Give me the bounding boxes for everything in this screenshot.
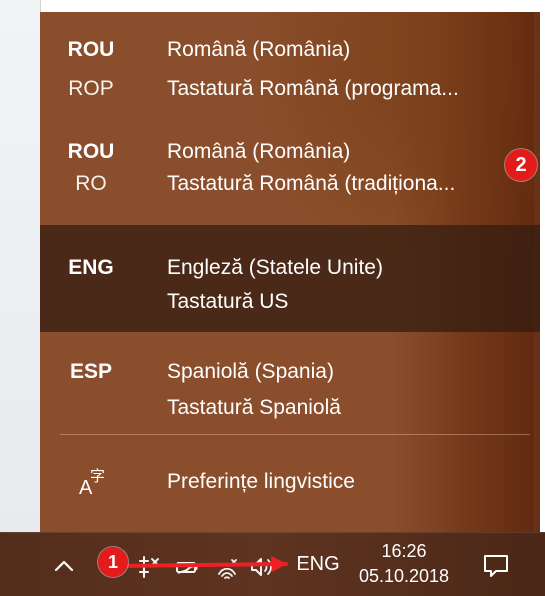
language-option-rou-rop[interactable]: ROU ROP Română (România) Tastatură Român… [40,12,540,108]
keyboard-code: ROP [68,77,114,100]
keyboard-layout-name: Tastatură Spaniolă [167,396,341,419]
wifi-icon[interactable] [214,554,240,580]
keyboard-code: RO [75,172,107,195]
language-preferences-label: Preferințe lingvistice [167,470,355,493]
language-option-eng-selected[interactable]: ENG Engleză (Statele Unite) Tastatură US [40,225,540,332]
volume-icon[interactable] [248,554,274,580]
svg-text:字: 字 [90,467,105,485]
language-name: Spaniolă (Spania) [167,360,334,383]
desktop-right-edge [540,0,545,532]
windows-taskbar: ENG 16:26 05.10.2018 [0,532,545,596]
desktop-window-edge [0,0,41,532]
system-clock[interactable]: 16:26 05.10.2018 [353,539,455,591]
network-icon[interactable] [136,554,162,580]
keyboard-layout-name: Tastatură Română (tradiționa... [167,172,456,195]
input-language-flyout: ROU ROP Română (România) Tastatură Român… [40,12,540,532]
action-center-icon[interactable] [481,552,511,580]
language-code: ESP [69,360,113,383]
keyboard-layout-name: Tastatură Română (programa... [167,77,459,100]
keyboard-layout-name: Tastatură US [167,290,289,313]
language-option-esp[interactable]: ESP Spaniolă (Spania) Tastatură Spaniolă [40,332,540,432]
battery-icon[interactable] [174,554,200,580]
menu-divider [60,434,530,435]
language-preferences-icon: A 字 [76,466,106,499]
language-switch-screenshot: ROU ROP Română (România) Tastatură Român… [0,0,545,596]
language-code: ROU [67,38,115,61]
clock-date: 05.10.2018 [358,566,450,586]
clock-time: 16:26 [381,541,427,561]
language-preferences-link[interactable]: A 字 Preferințe lingvistice [40,450,540,518]
step-1-badge: 1 [98,547,128,577]
language-name: Română (România) [167,140,351,163]
language-code: ENG [68,256,114,279]
step-2-badge: 2 [505,149,537,181]
input-language-indicator[interactable]: ENG [294,550,342,578]
language-name: Engleză (Statele Unite) [167,256,383,279]
chevron-up-icon[interactable] [52,554,76,578]
language-name: Română (România) [167,38,351,61]
language-code: ROU [67,140,115,163]
language-option-rou-ro[interactable]: ROU RO Română (România) Tastatură Română… [40,108,540,208]
